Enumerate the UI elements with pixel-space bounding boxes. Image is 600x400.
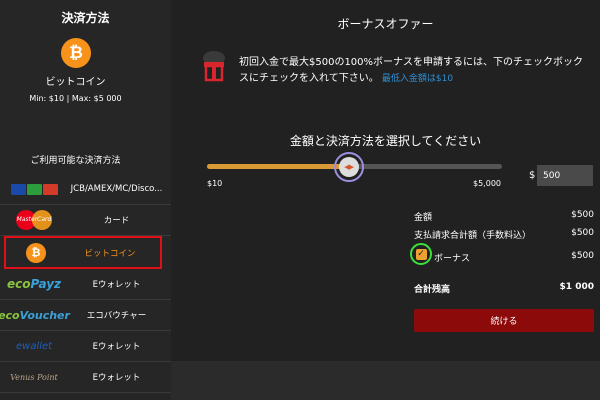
footer-bar [171, 361, 600, 400]
gift-icon [203, 51, 225, 82]
slider-arrows-icon: ◀▶ [338, 157, 359, 177]
slider-min-label: $10 [207, 179, 223, 188]
ecopayz-icon: ecoPayz [6, 277, 62, 291]
offer-text: 初回入金で最大$500の100%ボーナスを申請するには、下のチェックボックスにチ… [239, 57, 584, 84]
method-label: カード [103, 216, 130, 226]
cards-icon [0, 174, 68, 204]
method-label: エコバウチャー [86, 311, 147, 321]
payment-method-bitcoin[interactable]: ₿ ビットコイン [4, 236, 162, 269]
payment-method-mastercard[interactable]: MasterCard カード [0, 205, 171, 236]
payment-method-cards[interactable]: JCB/AMEX/MC/Disco... [0, 174, 171, 205]
amount-slider-handle[interactable]: ◀▶ [333, 152, 364, 182]
slider-max-label: $5,000 [473, 179, 501, 188]
method-label: JCB/AMEX/MC/Disco... [70, 184, 163, 194]
payment-method-ecovoucher[interactable]: ecoVoucher エコバウチャー [0, 300, 171, 331]
available-methods-title: ご利用可能な決済方法 [30, 156, 121, 166]
min-deposit-note: 最低入金額は$10 [381, 74, 454, 84]
method-label: Eウォレット [92, 342, 141, 352]
currency-symbol: $ [529, 170, 536, 181]
amount-slider-fill [207, 164, 349, 169]
deposit-limits: Min: $10 | Max: $5 000 [29, 94, 122, 103]
method-label: ビットコイン [84, 248, 136, 259]
sidebar-title: 決済方法 [61, 11, 110, 25]
bonus-panel: ボーナスオファー 初回入金で最大$500の100%ボーナスを申請するには、下のチ… [171, 0, 600, 361]
payment-method-venuspoint[interactable]: Venus Point Eウォレット [0, 362, 171, 393]
payment-sidebar: 決済方法 ₿ ビットコイン Min: $10 | Max: $5 000 ご利用… [0, 0, 171, 400]
payment-method-list: JCB/AMEX/MC/Disco... MasterCard カード ₿ ビッ… [0, 174, 171, 393]
wallet-blue-icon: ewallet [15, 340, 53, 352]
venuspoint-icon: Venus Point [10, 372, 58, 382]
checkmark-icon: ✓ [415, 248, 427, 260]
select-amount-title: 金額と決済方法を選択してください [289, 134, 482, 148]
bitcoin-icon: ₿ [61, 38, 91, 68]
continue-button[interactable]: 続ける [414, 309, 594, 332]
bonus-checkbox[interactable]: ✓ [410, 243, 432, 265]
selected-method-name: ビットコイン [45, 77, 106, 88]
method-label: Eウォレット [92, 373, 141, 383]
amount-input[interactable] [537, 165, 593, 186]
method-label: Eウォレット [92, 280, 141, 290]
ecovoucher-icon: ecoVoucher [0, 308, 70, 322]
payment-method-ecopayz[interactable]: ecoPayz Eウォレット [0, 269, 171, 300]
mastercard-icon: MasterCard [0, 205, 68, 235]
bitcoin-icon: ₿ [6, 238, 66, 267]
payment-method-ewallet-blue[interactable]: ewallet Eウォレット [0, 331, 171, 362]
bonus-label: ボーナス [434, 254, 471, 264]
bonus-title: ボーナスオファー [337, 17, 434, 31]
